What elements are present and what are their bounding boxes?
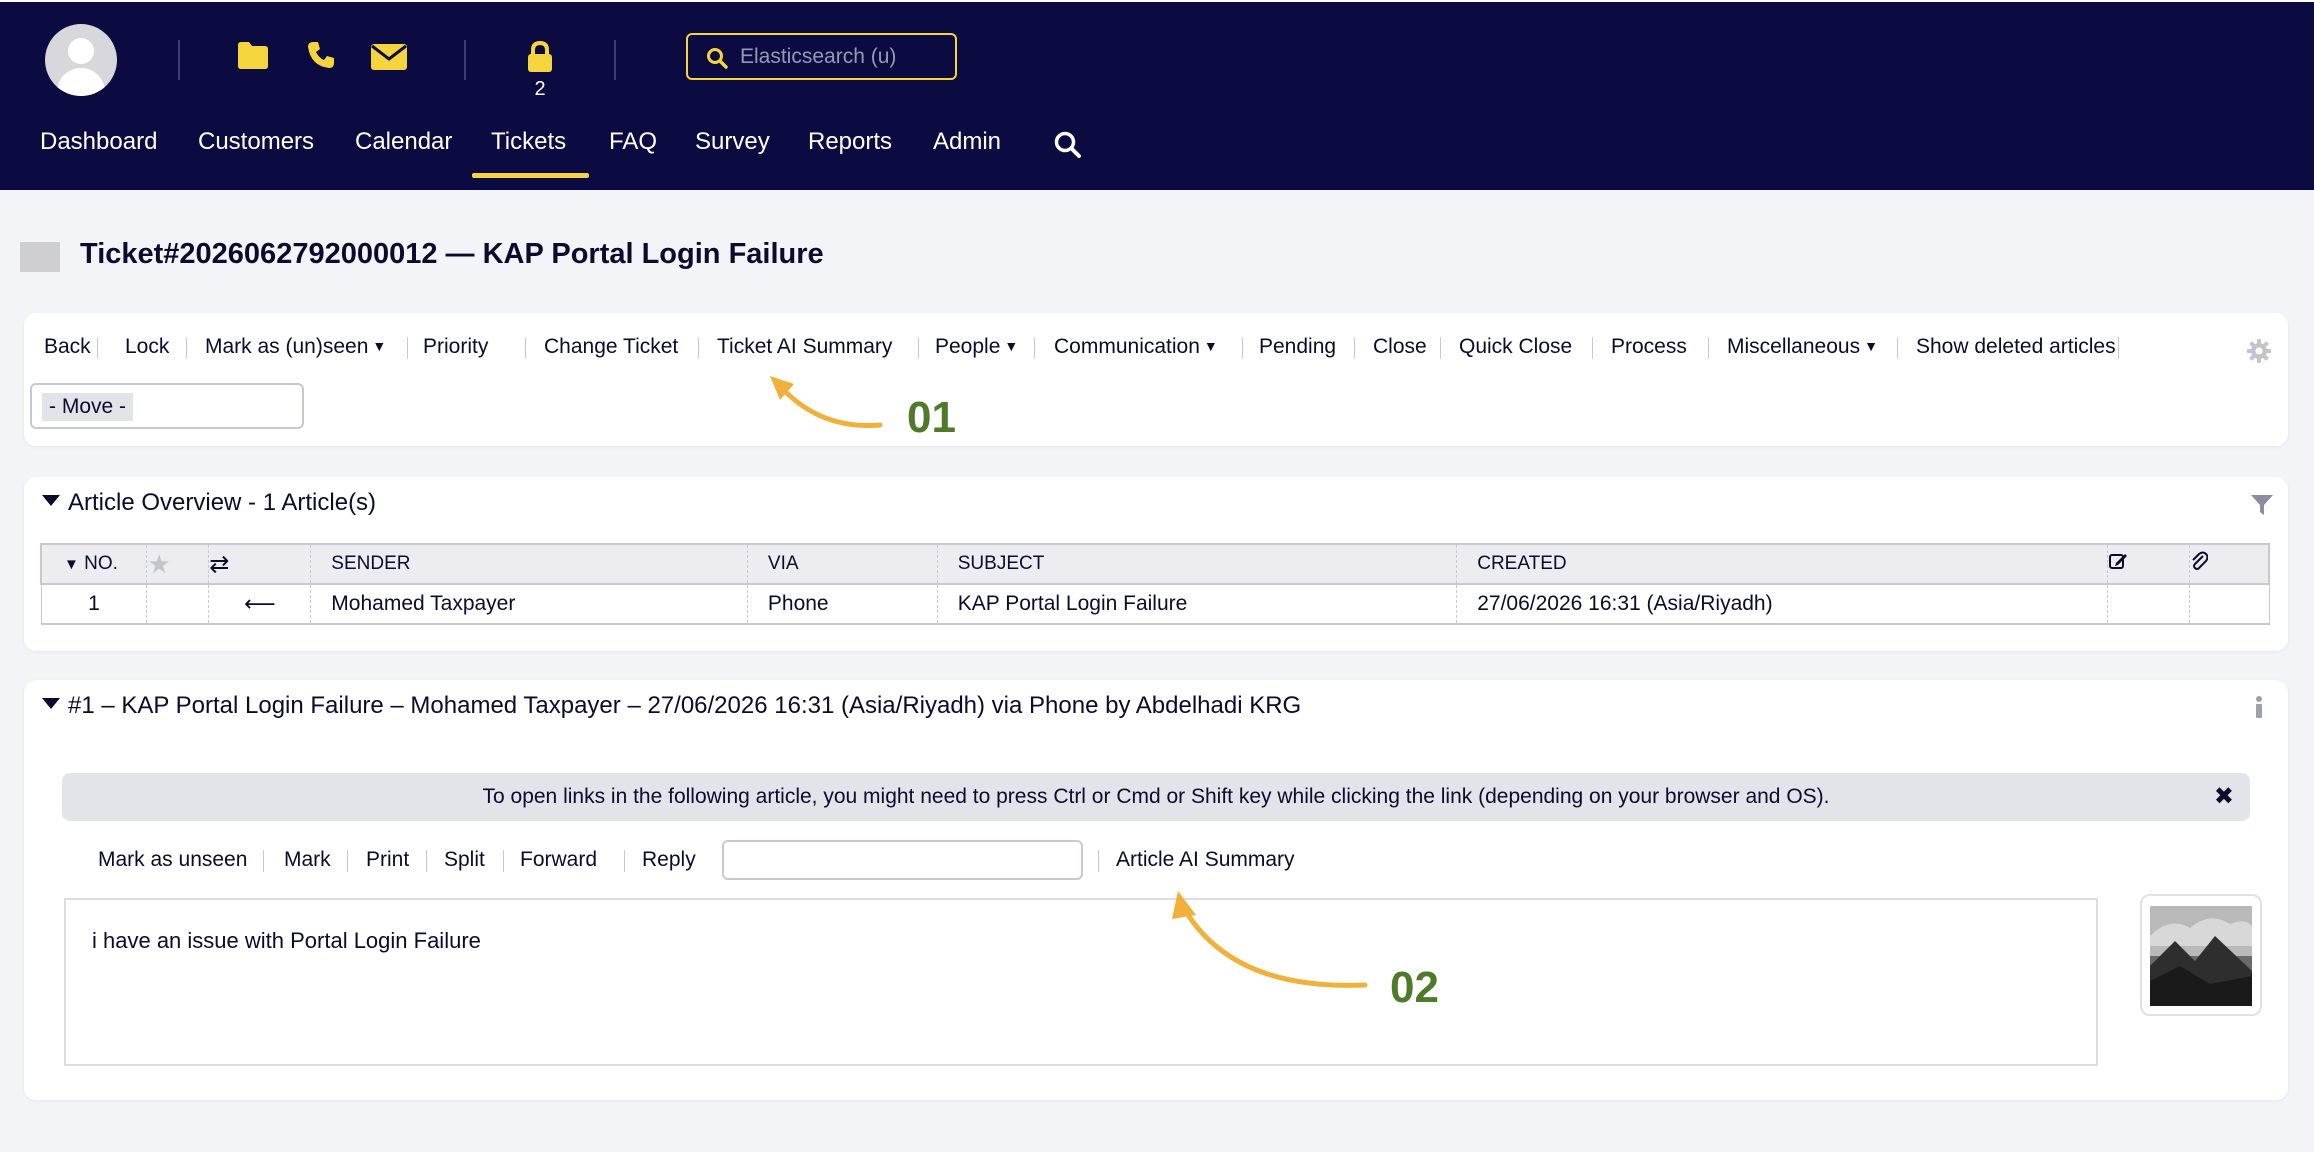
incoming-arrow-icon: ⟵	[244, 591, 276, 616]
via-column-header[interactable]: VIA	[747, 543, 938, 585]
callout-label-01: 01	[907, 393, 956, 442]
star-icon: ★	[147, 548, 171, 579]
article-table: ▼ NO. ★ ⇄ SENDER VIA SUBJECT CREATED 1 ⟵	[40, 543, 2270, 625]
close-icon[interactable]: ✖	[2214, 773, 2234, 821]
attachment-column[interactable]	[2189, 543, 2270, 585]
forward-action[interactable]: Forward	[520, 848, 597, 872]
lock-action[interactable]: Lock	[125, 335, 169, 359]
avatar[interactable]	[45, 24, 117, 96]
locked-ticket-count[interactable]: 2	[530, 78, 550, 101]
article-via: Phone	[747, 584, 938, 625]
caret-down-icon: ▼	[372, 338, 387, 354]
article-header[interactable]: #1 – KAP Portal Login Failure – Mohamed …	[42, 692, 1301, 720]
search-input[interactable]	[740, 43, 940, 71]
edit-column[interactable]	[2107, 543, 2190, 585]
envelope-icon[interactable]	[370, 43, 408, 76]
article-ai-summary-action[interactable]: Article AI Summary	[1116, 848, 1295, 872]
callout-label-02: 02	[1390, 963, 1439, 1012]
phone-icon[interactable]	[306, 40, 336, 75]
sort-no-column[interactable]: ▼ NO.	[40, 543, 148, 585]
priority-action[interactable]: Priority	[423, 335, 488, 359]
callout-arrow-02	[1172, 891, 1368, 988]
active-nav-indicator	[472, 173, 589, 178]
nav-dashboard[interactable]: Dashboard	[40, 128, 157, 156]
article-subject: KAP Portal Login Failure	[937, 584, 1458, 625]
created-column-header[interactable]: CREATED	[1456, 543, 2108, 585]
people-action[interactable]: People ▼	[935, 335, 1018, 359]
search-icon	[707, 48, 728, 69]
pending-action[interactable]: Pending	[1259, 335, 1336, 359]
sort-desc-icon: ▼	[64, 556, 79, 573]
caret-down-icon: ▼	[1203, 338, 1218, 354]
article-created: 27/06/2026 16:31 (Asia/Riyadh)	[1456, 584, 2108, 625]
article-sender: Mohamed Taxpayer	[310, 584, 748, 625]
move-queue-select[interactable]: - Move -	[30, 383, 304, 429]
collapse-triangle-icon	[42, 495, 60, 506]
article-body: i have an issue with Portal Login Failur…	[64, 898, 2098, 1066]
reply-template-select[interactable]	[722, 840, 1083, 880]
show-deleted-articles-action[interactable]: Show deleted articles	[1916, 335, 2116, 359]
ticket-actions-panel: Back Lock Mark as (un)seen ▼ Priority Cha…	[24, 313, 2288, 446]
change-ticket-action[interactable]: Change Ticket	[544, 335, 678, 359]
sender-avatar-thumbnail	[2140, 894, 2262, 1016]
close-action[interactable]: Close	[1373, 335, 1427, 359]
swap-arrows-icon: ⇄	[209, 550, 230, 578]
article-overview-panel: Article Overview - 1 Article(s) ▼ NO. ★ …	[24, 477, 2288, 651]
article-body-text: i have an issue with Portal Login Failur…	[92, 928, 481, 953]
divider	[178, 40, 180, 80]
link-notice: To open links in the following article, …	[62, 773, 2250, 821]
elasticsearch-box[interactable]	[686, 33, 957, 80]
article-no: 1	[40, 584, 148, 625]
quick-close-action[interactable]: Quick Close	[1459, 335, 1572, 359]
caret-down-icon: ▼	[1864, 338, 1878, 354]
article-overview-header[interactable]: Article Overview - 1 Article(s)	[42, 489, 376, 517]
callout-arrow-01	[770, 376, 883, 429]
communication-action[interactable]: Communication ▼	[1054, 335, 1218, 359]
ticket-state-indicator	[20, 242, 60, 272]
nav-admin[interactable]: Admin	[933, 128, 1001, 156]
mark-action[interactable]: Mark	[284, 848, 331, 872]
divider	[464, 40, 466, 80]
edit-icon	[2108, 554, 2127, 569]
nav-tickets[interactable]: Tickets	[491, 128, 566, 156]
nav-survey[interactable]: Survey	[695, 128, 770, 156]
caret-down-icon: ▼	[1004, 338, 1019, 354]
split-action[interactable]: Split	[444, 848, 485, 872]
page-title: Ticket#2026062792000012 — KAP Portal Log…	[80, 238, 824, 270]
table-row[interactable]: 1 ⟵ Mohamed Taxpayer Phone KAP Portal Lo…	[40, 584, 2270, 625]
mark-seen-action[interactable]: Mark as (un)seen ▼	[205, 335, 386, 359]
filter-icon[interactable]	[2250, 493, 2274, 522]
subject-column-header[interactable]: SUBJECT	[937, 543, 1458, 585]
nav-reports[interactable]: Reports	[808, 128, 892, 156]
lock-icon[interactable]	[526, 40, 554, 79]
move-queue-value: - Move -	[42, 393, 134, 421]
direction-column[interactable]: ⇄	[208, 543, 312, 585]
top-navbar: 2 Dashboard Customers Calendar Tickets F…	[0, 0, 2314, 190]
collapse-triangle-icon	[42, 698, 60, 709]
process-action[interactable]: Process	[1611, 335, 1687, 359]
gear-icon[interactable]	[2246, 338, 2272, 369]
star-column[interactable]: ★	[146, 543, 210, 585]
article-detail-panel: #1 – KAP Portal Login Failure – Mohamed …	[24, 680, 2288, 1100]
nav-calendar[interactable]: Calendar	[355, 128, 452, 156]
reply-action[interactable]: Reply	[642, 848, 696, 872]
back-action[interactable]: Back	[44, 335, 91, 359]
nav-customers[interactable]: Customers	[198, 128, 314, 156]
folder-icon[interactable]	[236, 40, 270, 75]
nav-faq[interactable]: FAQ	[609, 128, 657, 156]
divider	[614, 40, 616, 80]
sender-column-header[interactable]: SENDER	[310, 543, 748, 585]
search-icon[interactable]	[1053, 130, 1083, 165]
paperclip-icon	[2191, 551, 2209, 570]
print-action[interactable]: Print	[366, 848, 409, 872]
info-icon[interactable]	[2252, 695, 2266, 724]
miscellaneous-action[interactable]: Miscellaneous ▼	[1727, 335, 1878, 359]
ticket-ai-summary-action[interactable]: Ticket AI Summary	[717, 335, 892, 359]
mark-unseen-action[interactable]: Mark as unseen	[98, 848, 247, 872]
